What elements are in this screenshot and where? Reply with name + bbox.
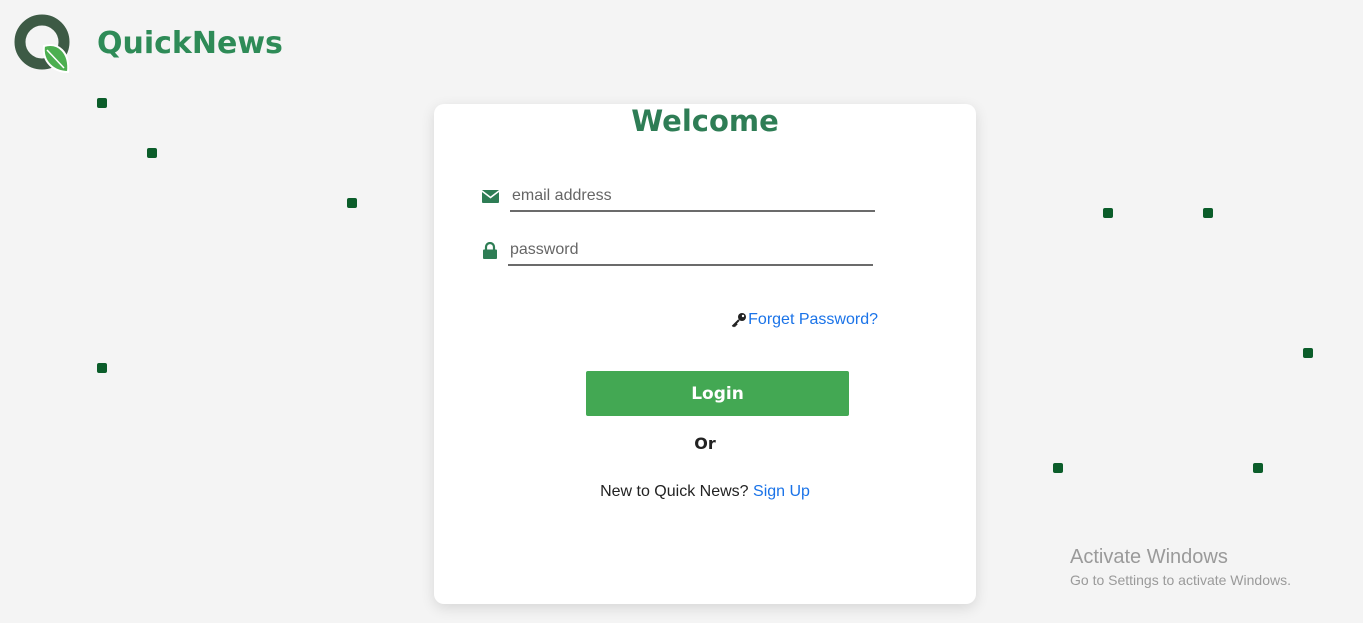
activate-windows-watermark: Activate Windows Go to Settings to activ… — [1070, 546, 1291, 588]
email-input[interactable] — [510, 182, 875, 212]
forgot-password-link[interactable]: Forget Password? — [731, 311, 878, 329]
signup-prompt: New to Quick News? — [600, 483, 749, 500]
watermark-title: Activate Windows — [1070, 546, 1228, 568]
decorative-dot — [1253, 463, 1263, 473]
welcome-title: Welcome — [631, 104, 779, 138]
decorative-dot — [1053, 463, 1063, 473]
email-field-row — [480, 182, 875, 212]
password-input[interactable] — [508, 236, 873, 266]
login-card: Welcome Forget Password? Lo — [434, 104, 976, 604]
decorative-dot — [97, 98, 107, 108]
signup-link[interactable]: Sign Up — [753, 483, 810, 500]
key-icon — [731, 312, 747, 328]
or-divider: Or — [694, 434, 716, 453]
decorative-dot — [1303, 348, 1313, 358]
password-field-row — [480, 236, 873, 266]
decorative-dot — [1103, 208, 1113, 218]
login-button[interactable]: Login — [586, 371, 849, 416]
q-leaf-logo-icon — [14, 14, 72, 74]
brand — [14, 14, 72, 74]
lock-icon — [480, 240, 500, 260]
envelope-icon — [480, 186, 500, 206]
brand-name: QuickNews — [97, 26, 283, 61]
signup-line: New to Quick News? Sign Up — [434, 483, 976, 501]
forgot-password-label: Forget Password? — [748, 311, 878, 328]
decorative-dot — [1203, 208, 1213, 218]
decorative-dot — [347, 198, 357, 208]
watermark-subtitle: Go to Settings to activate Windows. — [1070, 572, 1291, 588]
decorative-dot — [97, 363, 107, 373]
decorative-dot — [147, 148, 157, 158]
